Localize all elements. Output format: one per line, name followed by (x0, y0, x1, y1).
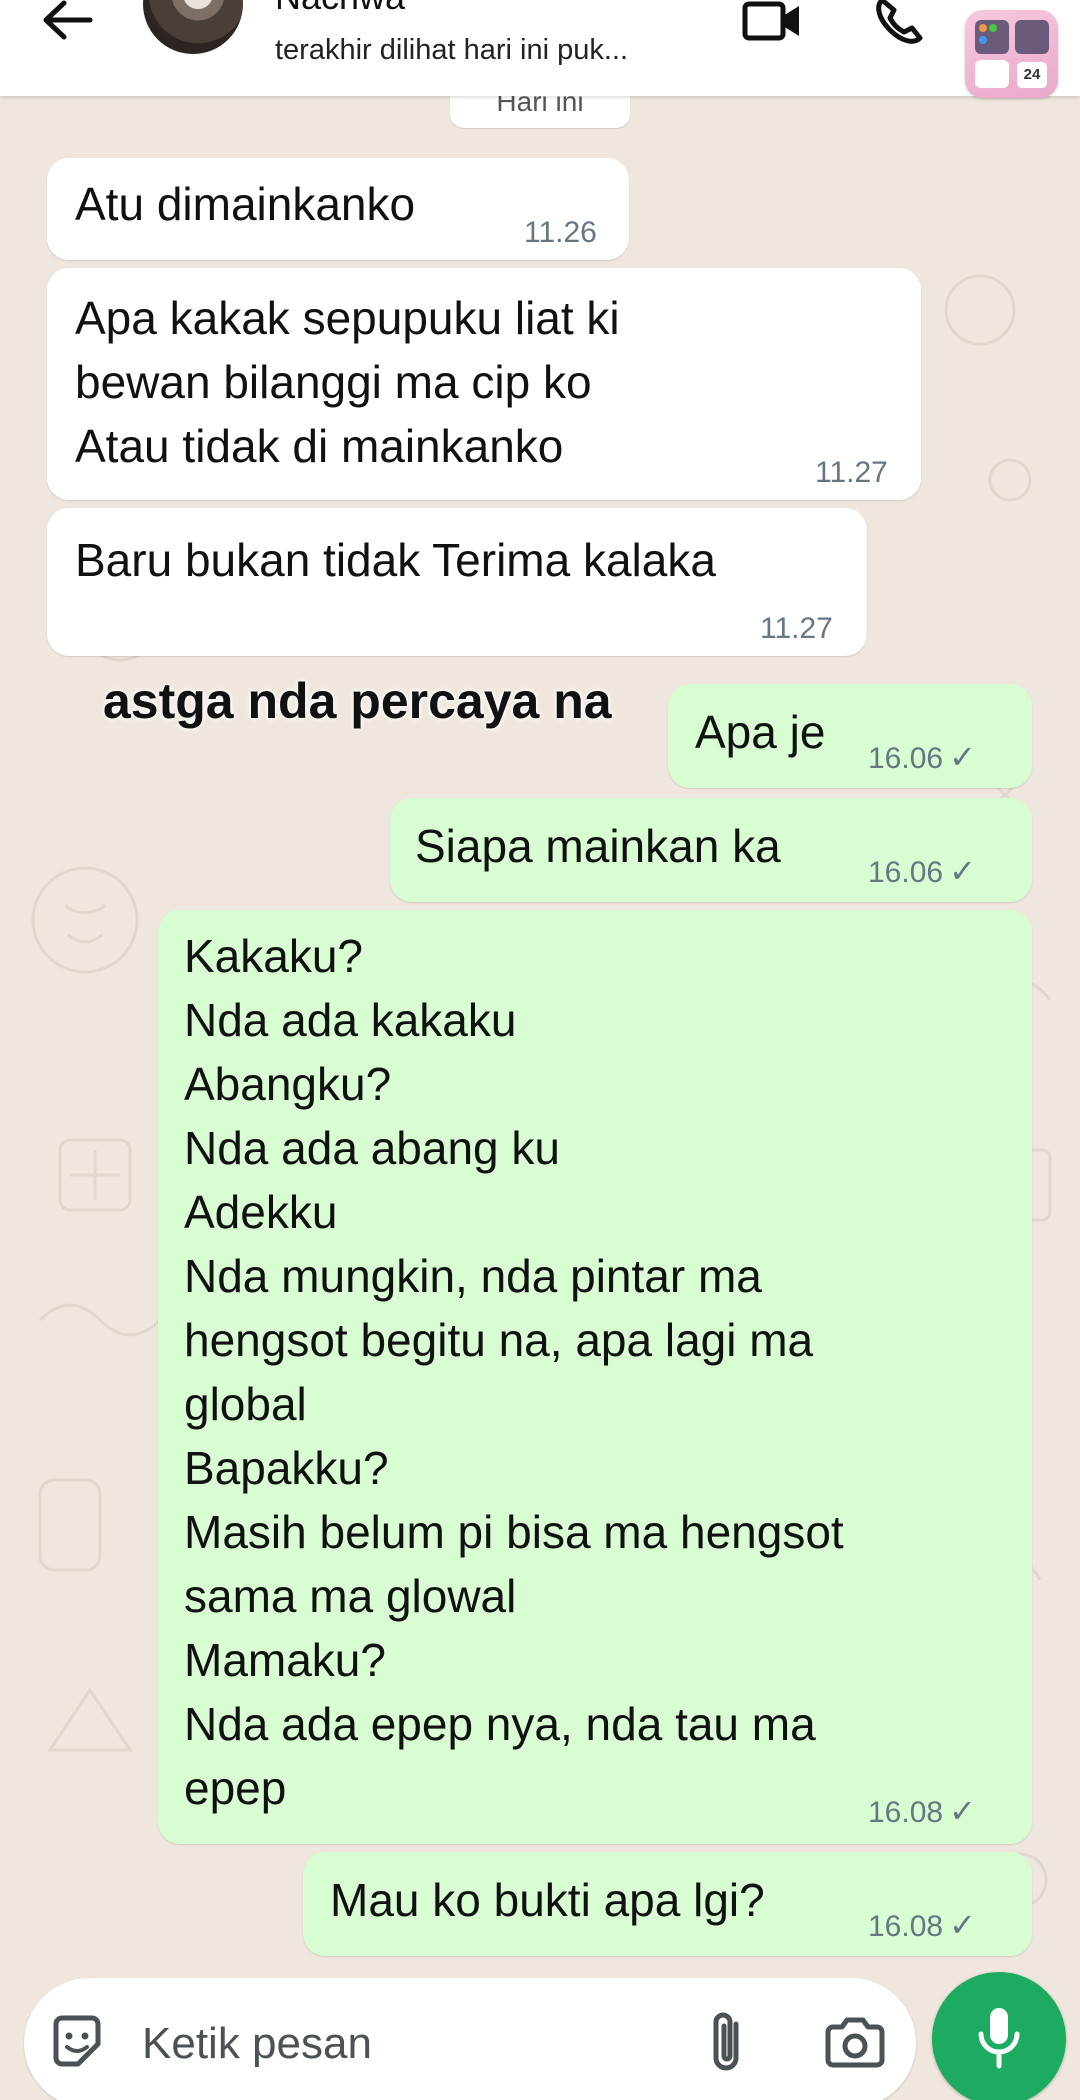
message-bubble-outgoing[interactable]: Apa je 16.06 ✓ (668, 684, 1032, 788)
message-time: 16.06 ✓ (868, 852, 976, 890)
chat-header: Nachwa terakhir dilihat hari ini puk... (0, 0, 1080, 96)
message-text: Mau ko bukti apa lgi? (330, 1874, 765, 1926)
message-time: 11.27 (815, 456, 888, 489)
message-bubble-incoming[interactable]: Baru bukan tidak Terima kalaka 11.27 (47, 508, 867, 656)
message-text: Baru bukan tidak Terima kalaka (75, 534, 716, 586)
message-time: 16.08 ✓ (868, 1792, 976, 1830)
floating-app-widget[interactable]: 24 (965, 10, 1058, 98)
read-tick-icon: ✓ (949, 1793, 976, 1829)
read-tick-icon: ✓ (949, 739, 976, 775)
message-bubble-incoming[interactable]: Apa kakak sepupuku liat ki bewan bilangg… (47, 268, 921, 500)
phone-icon[interactable] (874, 0, 928, 46)
message-time: 16.08 ✓ (868, 1906, 976, 1944)
contact-last-seen: terakhir dilihat hari ini puk... (275, 34, 628, 66)
message-time-value: 16.06 (868, 742, 944, 775)
mic-icon (978, 2008, 1020, 2069)
message-input[interactable] (142, 2014, 602, 2074)
message-text: Apa je (695, 706, 826, 758)
camera-icon[interactable] (824, 2016, 886, 2070)
message-time: 11.27 (760, 612, 833, 645)
message-bubble-outgoing[interactable]: Mau ko bukti apa lgi? 16.08 ✓ (303, 1852, 1032, 1956)
message-time: 11.26 (524, 216, 597, 249)
message-composer (24, 1978, 916, 2100)
message-time: 16.06 ✓ (868, 738, 976, 776)
voice-message-button[interactable] (932, 1972, 1066, 2100)
paperclip-icon[interactable] (704, 2010, 750, 2076)
message-bubble-outgoing[interactable]: Kakaku? Nda ada kakaku Abangku? Nda ada … (158, 910, 1032, 1844)
overlay-caption-text: astga nda percaya na (103, 673, 612, 729)
contact-name[interactable]: Nachwa (275, 0, 405, 18)
read-tick-icon: ✓ (949, 1907, 976, 1943)
read-tick-icon: ✓ (949, 853, 976, 889)
message-time-value: 16.08 (868, 1796, 944, 1829)
widget-date-number: 24 (1017, 62, 1047, 88)
sticker-icon[interactable] (48, 2014, 106, 2072)
message-time-value: 16.06 (868, 856, 944, 889)
contact-avatar[interactable] (143, 0, 243, 54)
message-time-value: 16.08 (868, 1910, 944, 1943)
video-call-icon[interactable] (742, 0, 802, 42)
message-bubble-outgoing[interactable]: Siapa mainkan ka 16.06 ✓ (390, 798, 1032, 902)
message-text: Apa kakak sepupuku liat ki bewan bilangg… (75, 292, 620, 472)
back-arrow-icon[interactable] (40, 0, 94, 40)
message-bubble-incoming[interactable]: Atu dimainkanko 11.26 (47, 158, 629, 260)
message-text: Siapa mainkan ka (415, 820, 781, 872)
message-text: Atu dimainkanko (75, 178, 416, 230)
message-text: Kakaku? Nda ada kakaku Abangku? Nda ada … (184, 930, 844, 1814)
